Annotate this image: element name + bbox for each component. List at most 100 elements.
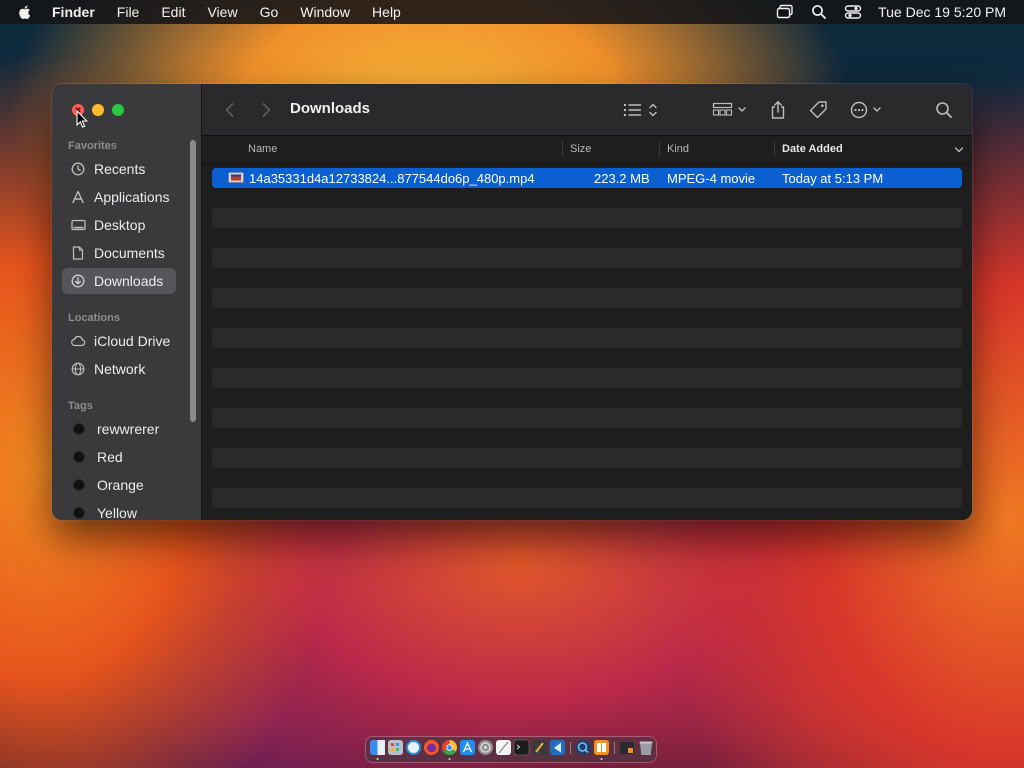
dock-app-chrome-icon[interactable] — [442, 740, 457, 755]
column-header-kind[interactable]: Kind — [667, 143, 689, 155]
dock-app-script-editor-icon[interactable] — [532, 740, 547, 755]
dock-app-app-store-icon[interactable] — [460, 740, 475, 755]
tag-dot-icon — [73, 479, 85, 491]
empty-row — [212, 428, 962, 448]
column-header-date-added[interactable]: Date Added — [782, 143, 843, 155]
sidebar-item-label: Downloads — [94, 273, 164, 289]
sidebar-tag-red[interactable]: Red — [62, 444, 176, 470]
finder-window: Favorites Recents Applications Desktop D… — [52, 84, 972, 520]
sidebar-item-desktop[interactable]: Desktop — [62, 212, 176, 238]
dock-app-terminal-icon[interactable] — [513, 739, 530, 756]
minimize-button[interactable] — [92, 104, 104, 116]
menu-bar: Finder File Edit View Go Window Help Tue… — [0, 0, 1024, 24]
file-list: Name Size Kind Date Added 14a35331d4a127… — [202, 136, 972, 520]
sidebar-section-tags: Tags — [68, 400, 93, 412]
menu-window[interactable]: Window — [300, 4, 350, 20]
tag-dot-icon — [73, 451, 85, 463]
file-size: 223.2 MB — [594, 171, 650, 186]
menu-edit[interactable]: Edit — [161, 4, 185, 20]
dock-app-books-icon[interactable] — [594, 740, 609, 755]
download-icon — [70, 273, 86, 289]
tag-icon — [809, 101, 827, 119]
column-header-name[interactable]: Name — [248, 143, 277, 155]
sidebar-scrollbar[interactable] — [190, 140, 196, 422]
sidebar-item-network[interactable]: Network — [62, 356, 176, 382]
menu-app-name[interactable]: Finder — [52, 4, 95, 20]
empty-row — [212, 228, 962, 248]
share-button[interactable] — [769, 99, 787, 121]
dock-trash-icon[interactable] — [639, 741, 653, 756]
dock-app-notes-icon[interactable] — [496, 740, 511, 755]
dock-divider — [570, 742, 571, 754]
sidebar-item-label: Recents — [94, 161, 146, 177]
document-icon — [70, 245, 86, 261]
list-view-icon — [623, 103, 657, 117]
menu-go[interactable]: Go — [260, 4, 279, 20]
menu-view[interactable]: View — [207, 4, 237, 20]
forward-chevron-icon[interactable] — [258, 101, 274, 119]
applications-icon — [70, 189, 86, 205]
sidebar-item-applications[interactable]: Applications — [62, 184, 176, 210]
dock-app-vscode-icon[interactable] — [550, 740, 565, 755]
sidebar-item-icloud-drive[interactable]: iCloud Drive — [62, 328, 176, 354]
tag-dot-icon — [73, 423, 85, 435]
sidebar-section-favorites: Favorites — [68, 140, 117, 152]
dock-running-indicator — [600, 758, 603, 760]
empty-row — [212, 288, 962, 308]
sidebar-item-label: Network — [94, 361, 146, 377]
dock-app-finder-icon[interactable] — [370, 740, 385, 755]
more-actions-button[interactable] — [850, 99, 886, 121]
menu-file[interactable]: File — [117, 4, 140, 20]
sidebar-item-label: Orange — [97, 477, 144, 493]
sidebar-item-label: rewwrerer — [97, 421, 160, 437]
back-chevron-icon[interactable] — [222, 101, 238, 119]
view-mode-button[interactable] — [622, 99, 662, 121]
grid-group-icon — [712, 102, 746, 116]
menu-help[interactable]: Help — [372, 4, 401, 20]
dock-app-launchpad-icon[interactable] — [388, 740, 403, 755]
movie-file-icon — [228, 172, 244, 183]
zoom-button[interactable] — [112, 104, 124, 116]
sidebar-item-documents[interactable]: Documents — [62, 240, 176, 266]
column-divider[interactable] — [774, 141, 775, 157]
screen-mirroring-icon[interactable] — [776, 3, 794, 21]
column-divider[interactable] — [659, 141, 660, 157]
tags-button[interactable] — [808, 99, 828, 121]
sidebar-item-label: Yellow — [97, 505, 137, 520]
sidebar-item-label: Desktop — [94, 217, 146, 233]
dock-app-system-settings-icon[interactable] — [478, 740, 493, 755]
desktop-icon — [70, 217, 86, 233]
sidebar-item-recents[interactable]: Recents — [62, 156, 176, 182]
dock-app-quicktime-icon[interactable] — [576, 740, 591, 755]
empty-row — [212, 448, 962, 468]
sidebar-tag-orange[interactable]: Orange — [62, 472, 176, 498]
empty-row — [212, 388, 962, 408]
empty-row — [212, 268, 962, 288]
search-button[interactable] — [935, 99, 953, 121]
dock-app-firefox-icon[interactable] — [424, 740, 439, 755]
dock-app-safari-icon[interactable] — [406, 740, 421, 755]
sidebar-item-downloads[interactable]: Downloads — [62, 268, 176, 294]
sidebar-tag-rewwrerer[interactable]: rewwrerer — [62, 416, 176, 442]
empty-row — [212, 308, 962, 328]
file-name: 14a35331d4a12733824...877544do6p_480p.mp… — [249, 171, 535, 186]
column-header-row: Name Size Kind Date Added — [202, 136, 972, 164]
sidebar-tag-yellow[interactable]: Yellow — [62, 500, 176, 520]
spotlight-search-icon[interactable] — [810, 3, 828, 21]
file-row[interactable]: 14a35331d4a12733824...877544do6p_480p.mp… — [212, 168, 962, 188]
column-header-size[interactable]: Size — [570, 143, 591, 155]
file-kind: MPEG-4 movie — [667, 171, 756, 186]
empty-row — [212, 368, 962, 388]
dock-downloads-stack-icon[interactable] — [620, 742, 634, 754]
apple-menu-icon[interactable] — [16, 3, 34, 21]
group-by-button[interactable] — [712, 99, 750, 121]
menu-clock[interactable]: Tue Dec 19 5:20 PM — [878, 4, 1006, 20]
empty-row — [212, 348, 962, 368]
sidebar-item-label: Red — [97, 449, 123, 465]
column-divider[interactable] — [562, 141, 563, 157]
control-center-icon[interactable] — [844, 3, 862, 21]
empty-row — [212, 188, 962, 208]
sort-descending-chevron-icon[interactable] — [954, 146, 964, 154]
empty-row — [212, 488, 962, 508]
empty-row — [212, 468, 962, 488]
